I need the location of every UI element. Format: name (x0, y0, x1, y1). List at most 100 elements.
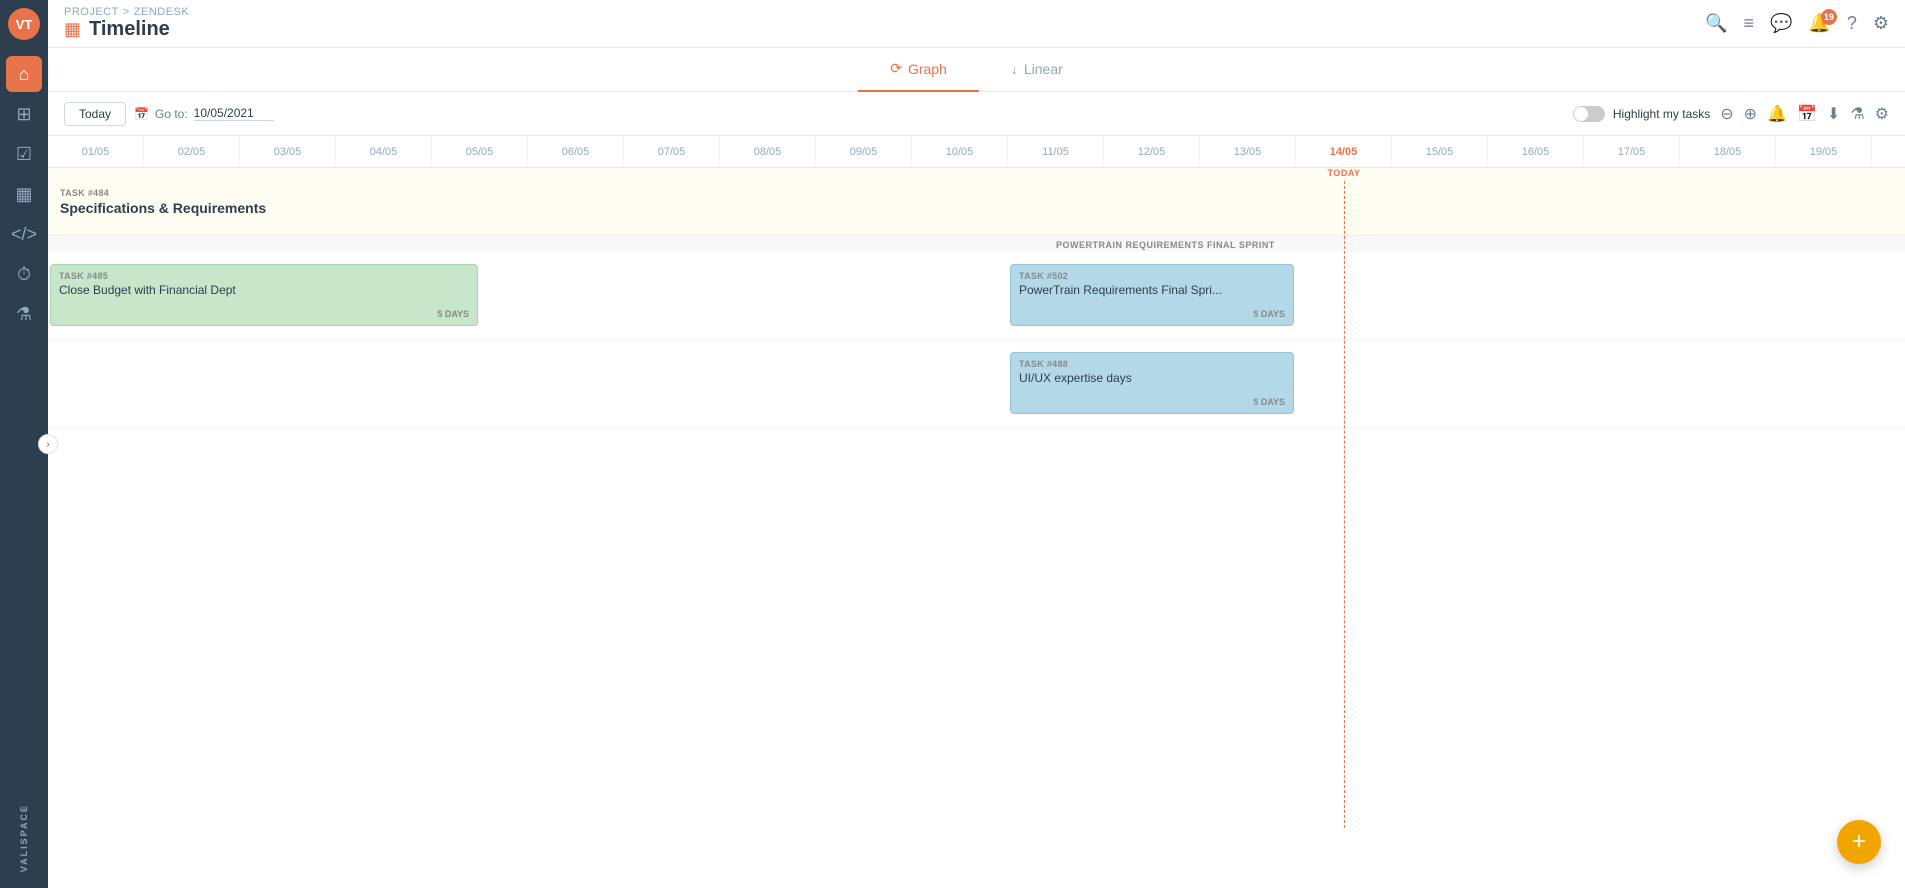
breadcrumb-current: ZENDESK (134, 6, 189, 18)
date-cell-02-05: 02/05 (144, 136, 240, 167)
page-title: Timeline (89, 18, 170, 41)
sidebar-item-lab[interactable]: ⚗ (6, 296, 42, 332)
sidebar-nav: ⌂ ⊞ ☑ ▦ </> ⏱ ⚗ (6, 56, 42, 804)
date-cell-10-05: 10/05 (912, 136, 1008, 167)
timeline-container[interactable]: 01/0502/0503/0504/0505/0506/0507/0508/05… (48, 136, 1905, 888)
avatar[interactable]: VT (8, 8, 40, 40)
task-row-group3: TASK #488 UI/UX expertise days 5 DAYS (48, 340, 1905, 428)
task-days-502: 5 DAYS (1253, 309, 1285, 319)
main-content: PROJECT > ZENDESK ▦ Timeline 🔍 ≡ 💬 🔔 19 … (48, 0, 1905, 888)
graph-tab-label: Graph (908, 61, 947, 77)
more-settings-icon[interactable]: ⚙ (1875, 104, 1889, 124)
sidebar-item-chart[interactable]: ▦ (6, 176, 42, 212)
code-icon: </> (11, 224, 37, 245)
grid-icon: ⊞ (16, 104, 31, 125)
timeline-content: TASK #484 Specifications & Requirements … (48, 168, 1905, 828)
toggle-knob (1574, 107, 1588, 121)
tasks-icon: ☑ (16, 144, 32, 165)
task-days-488: 5 DAYS (1253, 397, 1285, 407)
toolbar-right: Highlight my tasks ⊖ ⊕ 🔔 📅 ⬇ ⚗ ⚙ (1573, 104, 1889, 124)
brand-name: VALISPACE (19, 804, 29, 872)
download-icon[interactable]: ⬇ (1827, 104, 1840, 124)
date-cell-11-05: 11/05 (1008, 136, 1104, 167)
sidebar-collapse-button[interactable]: › (38, 434, 58, 454)
linear-tab-label: Linear (1024, 61, 1063, 77)
alarm-icon[interactable]: 🔔 (1767, 104, 1787, 124)
goto-date-input[interactable] (194, 106, 274, 121)
top-header: PROJECT > ZENDESK ▦ Timeline 🔍 ≡ 💬 🔔 19 … (48, 0, 1905, 48)
home-icon: ⌂ (19, 64, 30, 85)
date-cell-09-05: 09/05 (816, 136, 912, 167)
task-bar-502[interactable]: TASK #502 PowerTrain Requirements Final … (1010, 264, 1294, 326)
date-cell-12-05: 12/05 (1104, 136, 1200, 167)
date-cell-16-05: 16/05 (1488, 136, 1584, 167)
zoom-in-icon[interactable]: ⊕ (1744, 104, 1757, 124)
highlight-toggle: Highlight my tasks (1573, 106, 1710, 122)
date-header: 01/0502/0503/0504/0505/0506/0507/0508/05… (48, 136, 1905, 168)
highlight-toggle-switch[interactable] (1573, 106, 1605, 122)
toolbar-left: Today 📅 Go to: (64, 102, 274, 126)
date-cell-04-05: 04/05 (336, 136, 432, 167)
today-button[interactable]: Today (64, 102, 126, 126)
date-cell-19-05: 19/05 (1776, 136, 1872, 167)
breadcrumb: PROJECT > ZENDESK (64, 6, 189, 18)
task-id-484: TASK #484 (60, 188, 266, 198)
task-bar-485[interactable]: TASK #485 Close Budget with Financial De… (50, 264, 478, 326)
task-label-485: TASK #485 (59, 271, 469, 281)
tab-linear[interactable]: ↓ Linear (979, 48, 1095, 92)
fab-add-button[interactable]: + (1837, 820, 1881, 864)
help-icon[interactable]: ? (1847, 13, 1857, 34)
sprint-label-row: POWERTRAIN REQUIREMENTS FINAL SPRINT (48, 236, 1905, 252)
date-cell-06-05: 06/05 (528, 136, 624, 167)
date-cell-07-05: 07/05 (624, 136, 720, 167)
settings-icon[interactable]: ⚙ (1873, 13, 1889, 34)
today-label: TODAY (1327, 168, 1360, 178)
filter-icon[interactable]: ⚗ (1850, 104, 1864, 124)
sidebar-item-grid[interactable]: ⊞ (6, 96, 42, 132)
date-cell-17-05: 17/05 (1584, 136, 1680, 167)
view-tabs: ⟳ Graph ↓ Linear (48, 48, 1905, 92)
sidebar-item-home[interactable]: ⌂ (6, 56, 42, 92)
date-cell-08-05: 08/05 (720, 136, 816, 167)
notification-wrapper[interactable]: 🔔 19 (1808, 13, 1830, 34)
chart-icon: ▦ (15, 184, 32, 205)
breadcrumb-separator: > (123, 6, 130, 18)
notification-badge: 19 (1821, 9, 1837, 25)
list-icon[interactable]: ≡ (1743, 13, 1754, 34)
date-cell-20-05: 20/05 (1872, 136, 1905, 167)
task-bar-488[interactable]: TASK #488 UI/UX expertise days 5 DAYS (1010, 352, 1294, 414)
breadcrumb-project: PROJECT (64, 6, 119, 18)
task-title-488: UI/UX expertise days (1019, 371, 1285, 385)
sidebar-item-tasks[interactable]: ☑ (6, 136, 42, 172)
sidebar: › VT ⌂ ⊞ ☑ ▦ </> ⏱ ⚗ VALISPACE (0, 0, 48, 888)
graph-tab-icon: ⟳ (890, 60, 902, 77)
calendar-icon: 📅 (134, 107, 149, 121)
zoom-out-icon[interactable]: ⊖ (1720, 104, 1733, 124)
sidebar-item-clock[interactable]: ⏱ (6, 256, 42, 292)
tab-graph[interactable]: ⟳ Graph (858, 48, 979, 92)
toolbar: Today 📅 Go to: Highlight my tasks ⊖ ⊕ 🔔 … (48, 92, 1905, 136)
task-days-485: 5 DAYS (437, 309, 469, 319)
group-row-specs[interactable]: TASK #484 Specifications & Requirements (48, 168, 1905, 236)
date-cell-14-05: 14/05 (1296, 136, 1392, 167)
highlight-label: Highlight my tasks (1613, 107, 1710, 121)
today-line (1344, 181, 1345, 828)
search-icon[interactable]: 🔍 (1705, 13, 1727, 34)
sprint-label: POWERTRAIN REQUIREMENTS FINAL SPRINT (1056, 240, 1275, 250)
date-cell-03-05: 03/05 (240, 136, 336, 167)
task-title-484: Specifications & Requirements (60, 200, 266, 216)
date-cell-13-05: 13/05 (1200, 136, 1296, 167)
task-row-group2: TASK #485 Close Budget with Financial De… (48, 252, 1905, 340)
task-title-485: Close Budget with Financial Dept (59, 283, 469, 297)
task-label-502: TASK #502 (1019, 271, 1285, 281)
calendar-toolbar-icon[interactable]: 📅 (1797, 104, 1817, 124)
empty-space (48, 428, 1905, 828)
chat-icon[interactable]: 💬 (1770, 13, 1792, 34)
header-left: PROJECT > ZENDESK ▦ Timeline (64, 6, 189, 41)
date-cell-05-05: 05/05 (432, 136, 528, 167)
sidebar-item-code[interactable]: </> (6, 216, 42, 252)
date-cell-18-05: 18/05 (1680, 136, 1776, 167)
clock-icon: ⏱ (17, 264, 31, 285)
page-title-area: ▦ Timeline (64, 18, 189, 41)
task-label-488: TASK #488 (1019, 359, 1285, 369)
